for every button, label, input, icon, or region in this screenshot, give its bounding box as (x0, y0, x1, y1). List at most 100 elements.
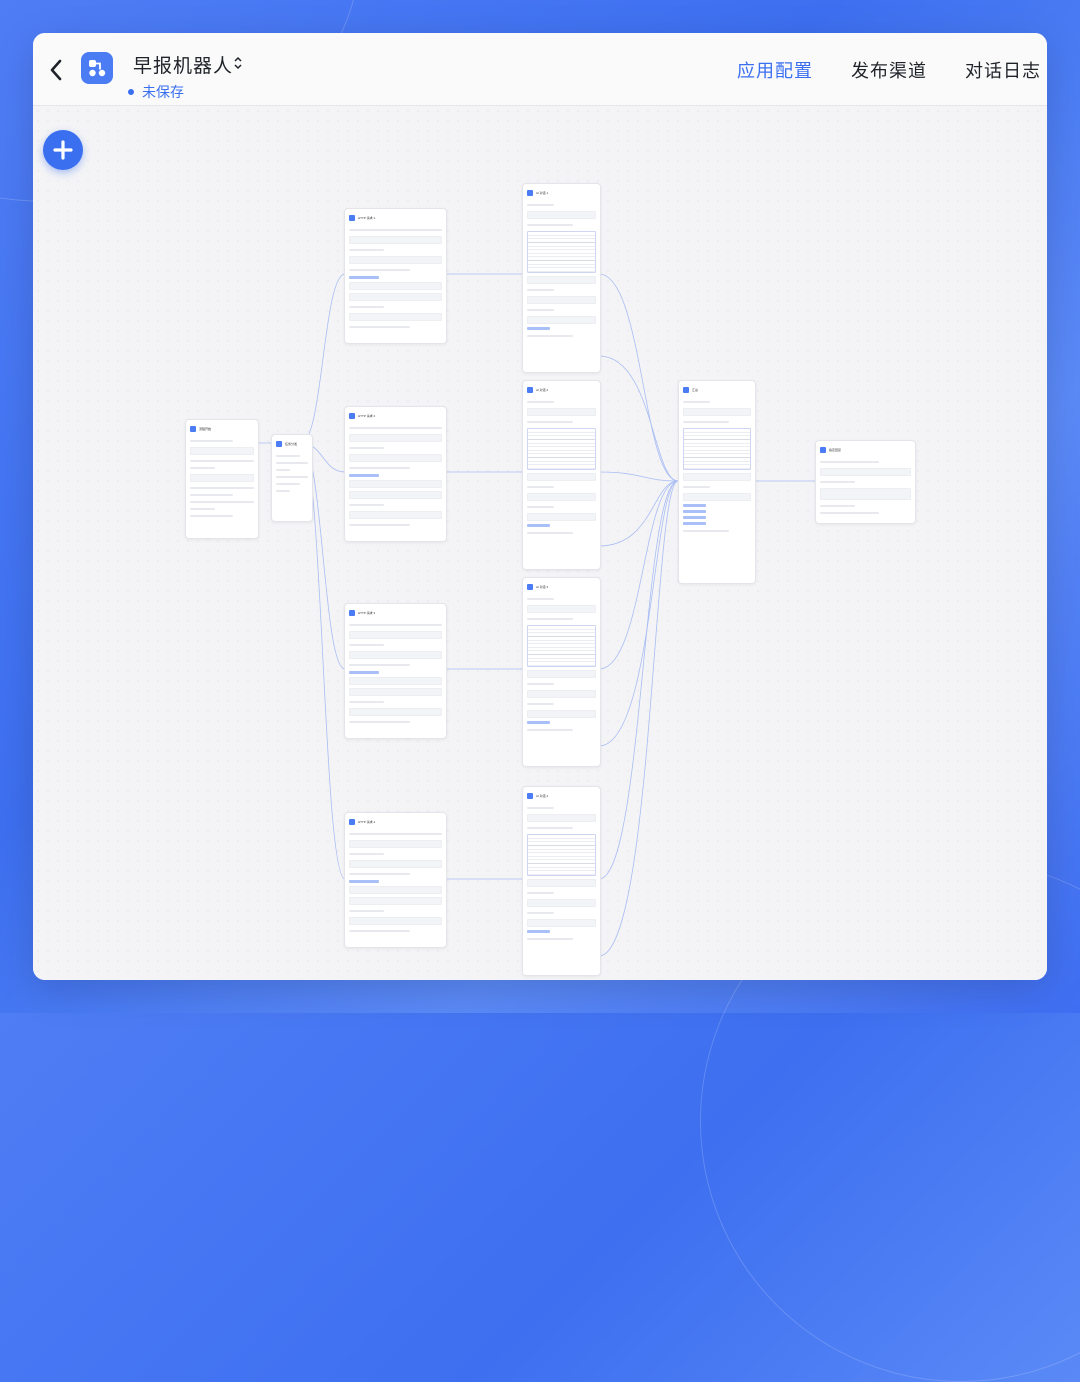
workflow-app-icon (89, 60, 106, 77)
node-http-4[interactable]: HTTP 请求 4 (344, 812, 447, 948)
node-llm-2[interactable]: AI 对话 2 (522, 380, 601, 570)
placeholder-line (527, 703, 554, 705)
node-field (527, 408, 596, 416)
back-arrow-icon (50, 59, 62, 81)
placeholder-line (820, 481, 855, 483)
app-name[interactable]: 早报机器人 (133, 51, 233, 78)
tab-publish-channel[interactable]: 发布渠道 (851, 57, 927, 83)
node-title: HTTP 请求 2 (358, 414, 376, 418)
tab-chat-logs[interactable]: 对话日志 (965, 57, 1041, 83)
placeholder-line (527, 204, 554, 206)
placeholder-line (683, 486, 710, 488)
prompt-block (683, 428, 751, 470)
node-field (349, 917, 442, 925)
variable-tag (527, 930, 551, 933)
node-field (349, 491, 442, 499)
node-field (349, 677, 442, 685)
node-llm-3[interactable]: AI 对话 3 (522, 577, 601, 767)
node-http-3[interactable]: HTTP 请求 3 (344, 603, 447, 739)
placeholder-line (527, 532, 574, 534)
placeholder-line (527, 912, 554, 914)
node-field (349, 236, 442, 244)
node-llm-1[interactable]: AI 对话 1 (522, 183, 601, 373)
variable-tag (527, 524, 551, 527)
node-field (349, 688, 442, 696)
placeholder-line (190, 494, 234, 496)
add-node-button[interactable] (43, 130, 83, 170)
node-split[interactable]: 任务分发 (271, 434, 313, 522)
placeholder-line (276, 476, 308, 478)
node-title: 汇总 (692, 388, 699, 392)
placeholder-line (527, 892, 554, 894)
placeholder-line (527, 807, 554, 809)
placeholder-line (349, 624, 442, 626)
node-merge[interactable]: 汇总 (678, 380, 756, 584)
variable-tag (527, 721, 551, 724)
node-field (349, 860, 442, 868)
node-field (527, 296, 596, 304)
workflow-canvas[interactable]: 流程开始 任务分发 HTTP 请求 1 HTTP 请求 2 HTTP 请求 3 … (33, 106, 1047, 980)
placeholder-line (527, 938, 574, 940)
node-field (527, 670, 596, 678)
placeholder-line (527, 683, 554, 685)
node-field (683, 493, 751, 501)
node-icon (190, 426, 196, 432)
node-icon (349, 215, 355, 221)
placeholder-line (527, 421, 574, 423)
node-field (190, 447, 254, 455)
prompt-block (527, 428, 596, 470)
node-title: AI 对话 2 (536, 388, 549, 392)
tab-highlight (349, 671, 380, 674)
placeholder-line (349, 910, 385, 912)
node-field (527, 690, 596, 698)
node-field (527, 473, 596, 481)
node-field (527, 316, 596, 324)
node-icon (527, 793, 533, 799)
node-start[interactable]: 流程开始 (185, 419, 259, 539)
placeholder-line (349, 833, 442, 835)
placeholder-line (527, 506, 554, 508)
placeholder-line (349, 306, 385, 308)
node-reply[interactable]: 指定回复 (815, 440, 916, 524)
placeholder-line (527, 289, 554, 291)
node-field (527, 493, 596, 501)
placeholder-line (349, 664, 410, 666)
node-field (527, 919, 596, 927)
node-field (349, 293, 442, 301)
node-field (349, 313, 442, 321)
node-http-1[interactable]: HTTP 请求 1 (344, 208, 447, 344)
node-icon (683, 387, 689, 393)
placeholder-line (349, 930, 410, 932)
node-icon (527, 387, 533, 393)
placeholder-line (527, 729, 574, 731)
app-window: 早报机器人 未保存 应用配置 发布渠道 对话日志 流程开始 任务分发 HTTP … (33, 33, 1047, 980)
back-button[interactable] (47, 55, 67, 85)
placeholder-line (349, 644, 385, 646)
node-icon (349, 610, 355, 616)
node-icon (349, 819, 355, 825)
placeholder-line (683, 530, 729, 532)
placeholder-line (276, 490, 290, 492)
node-llm-4[interactable]: AI 对话 4 (522, 786, 601, 976)
node-title: 任务分发 (285, 442, 298, 446)
placeholder-line (527, 224, 574, 226)
node-http-2[interactable]: HTTP 请求 2 (344, 406, 447, 542)
node-icon (349, 413, 355, 419)
placeholder-line (276, 455, 300, 457)
node-field (349, 434, 442, 442)
variable-tag (527, 327, 551, 330)
node-title: HTTP 请求 1 (358, 216, 376, 220)
placeholder-line (349, 701, 385, 703)
placeholder-line (349, 467, 410, 469)
placeholder-line (349, 447, 385, 449)
tab-app-config[interactable]: 应用配置 (737, 57, 813, 83)
node-title: AI 对话 4 (536, 794, 549, 798)
app-switch-button[interactable] (232, 53, 244, 73)
variable-tag (683, 522, 706, 525)
variable-tag (683, 516, 706, 519)
placeholder-line (683, 401, 710, 403)
node-field (190, 474, 254, 482)
placeholder-line (349, 269, 410, 271)
node-field (527, 276, 596, 284)
node-title: HTTP 请求 3 (358, 611, 376, 615)
